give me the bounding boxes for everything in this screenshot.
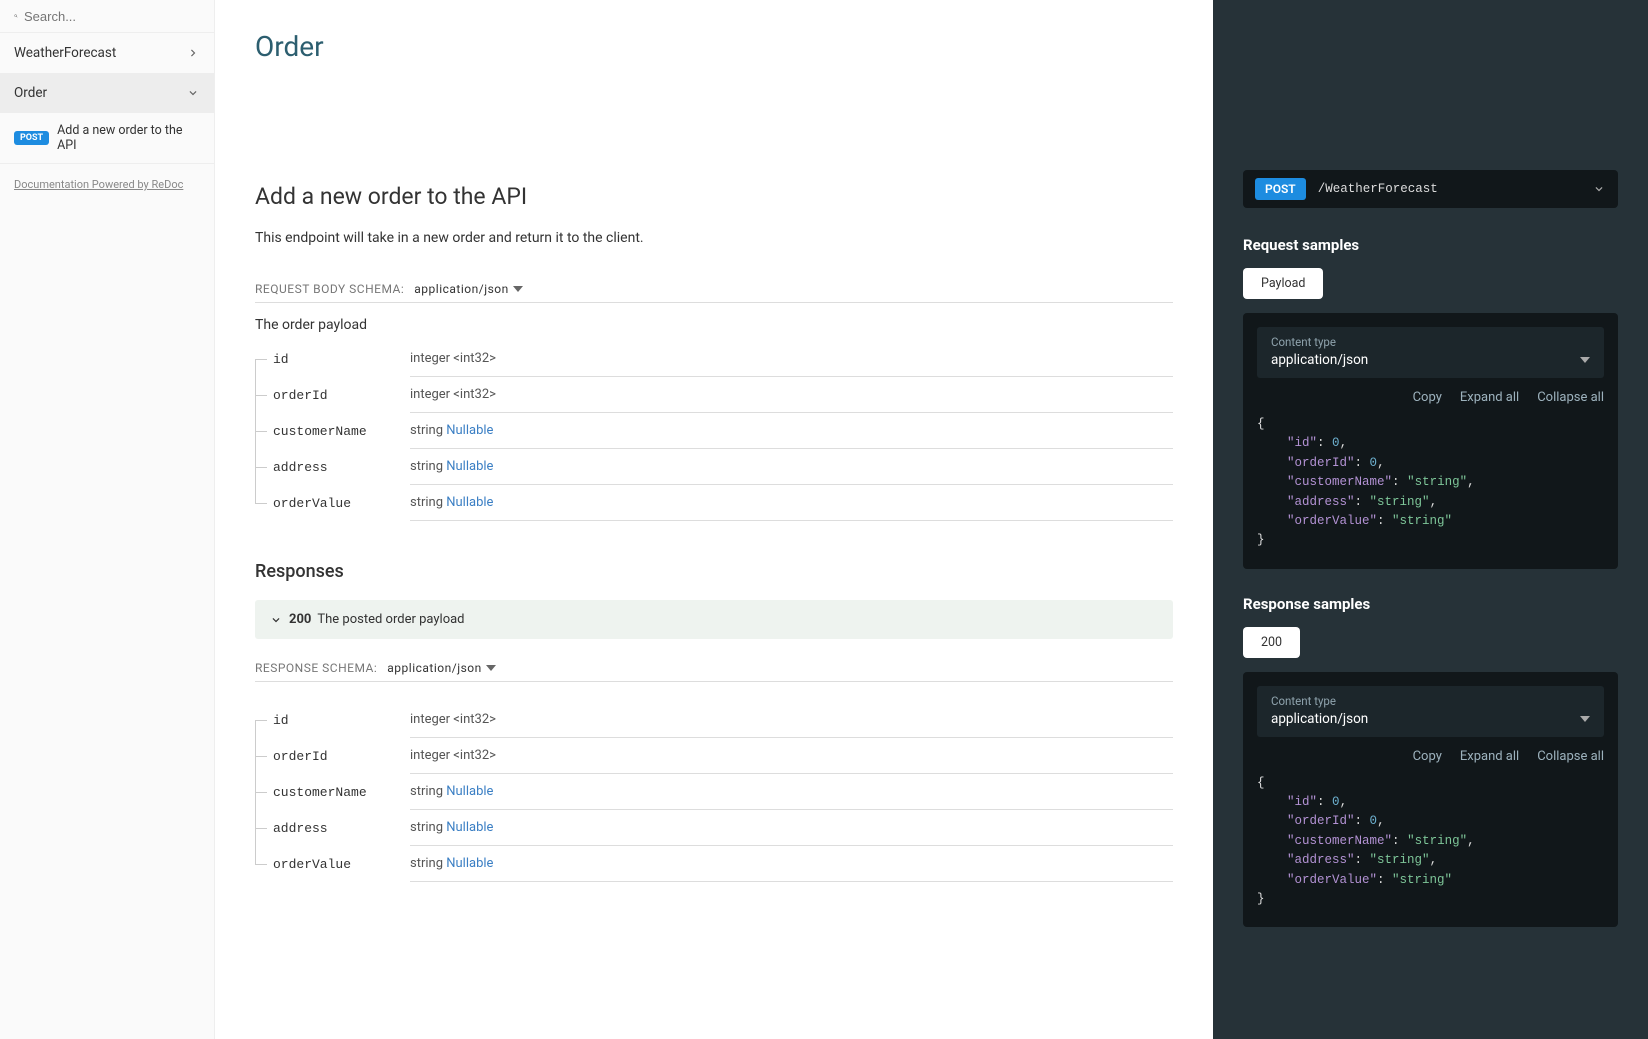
chevron-down-icon: [269, 613, 283, 627]
copy-button[interactable]: Copy: [1413, 390, 1442, 405]
field-type: integer <int32>: [410, 738, 1173, 774]
responses-title: Responses: [255, 561, 1173, 582]
sidebar: WeatherForecast Order POST Add a new ord…: [0, 0, 215, 1039]
request-schema-header: REQUEST BODY SCHEMA: application/json: [255, 282, 1173, 303]
copy-button[interactable]: Copy: [1413, 749, 1442, 764]
field-row: idinteger <int32>: [255, 702, 1173, 738]
field-name[interactable]: customerName: [255, 413, 410, 449]
request-content-type-selector[interactable]: application/json: [414, 282, 522, 296]
chevron-down-icon: [186, 86, 200, 100]
expand-all-button[interactable]: Expand all: [1460, 749, 1519, 764]
nav-subitem-add-order[interactable]: POST Add a new order to the API: [0, 113, 214, 164]
caret-down-icon: [486, 663, 496, 673]
field-row: orderValuestring Nullable: [255, 846, 1173, 882]
endpoint-method: POST: [1255, 178, 1306, 200]
response-sample-box: Content type application/json Copy Expan…: [1243, 672, 1618, 928]
field-type: integer <int32>: [410, 341, 1173, 377]
payload-tab[interactable]: Payload: [1243, 268, 1323, 299]
operation-title: Add a new order to the API: [255, 183, 1173, 210]
response-json: { "id": 0, "orderId": 0, "customerName":…: [1257, 774, 1604, 910]
search-input[interactable]: [24, 9, 200, 24]
chevron-right-icon: [186, 46, 200, 60]
response-fields: idinteger <int32>orderIdinteger <int32>c…: [255, 702, 1173, 882]
content-type-value: application/json: [1271, 711, 1368, 727]
nav-subitem-label: Add a new order to the API: [57, 123, 200, 153]
code-actions: Copy Expand all Collapse all: [1257, 390, 1604, 405]
request-schema-desc: The order payload: [255, 317, 1173, 333]
endpoint-path: /WeatherForecast: [1318, 182, 1592, 196]
expand-all-button[interactable]: Expand all: [1460, 390, 1519, 405]
response-schema-header: RESPONSE SCHEMA: application/json: [255, 661, 1173, 682]
nav-item-label: Order: [14, 85, 47, 101]
endpoint-bar[interactable]: POST /WeatherForecast: [1243, 170, 1618, 208]
caret-down-icon: [1580, 355, 1590, 365]
method-badge: POST: [14, 131, 49, 145]
request-schema-label: REQUEST BODY SCHEMA:: [255, 282, 404, 296]
field-type: string Nullable: [410, 846, 1173, 882]
content-left: Order Add a new order to the API This en…: [215, 0, 1213, 1039]
response-200-tab[interactable]: 200: [1243, 627, 1300, 658]
request-content-type-box[interactable]: Content type application/json: [1257, 327, 1604, 378]
field-name[interactable]: orderValue: [255, 485, 410, 521]
operation-description: This endpoint will take in a new order a…: [255, 230, 1173, 246]
request-samples-title: Request samples: [1243, 236, 1618, 254]
collapse-all-button[interactable]: Collapse all: [1537, 749, 1604, 764]
content-type-label: Content type: [1271, 335, 1590, 349]
search-box[interactable]: [0, 0, 214, 33]
response-code: 200: [289, 612, 311, 627]
content-right: POST /WeatherForecast Request samples Pa…: [1213, 0, 1648, 1039]
caret-down-icon: [1580, 714, 1590, 724]
field-row: customerNamestring Nullable: [255, 774, 1173, 810]
field-name[interactable]: orderId: [255, 738, 410, 774]
nav-item-label: WeatherForecast: [14, 45, 116, 61]
chevron-down-icon: [1592, 182, 1606, 196]
field-row: addressstring Nullable: [255, 810, 1173, 846]
field-row: idinteger <int32>: [255, 341, 1173, 377]
response-200-bar[interactable]: 200 The posted order payload: [255, 600, 1173, 639]
section-title: Order: [255, 30, 1173, 63]
request-fields: idinteger <int32>orderIdinteger <int32>c…: [255, 341, 1173, 521]
response-schema-label: RESPONSE SCHEMA:: [255, 661, 377, 675]
collapse-all-button[interactable]: Collapse all: [1537, 390, 1604, 405]
field-type: integer <int32>: [410, 702, 1173, 738]
response-samples-title: Response samples: [1243, 595, 1618, 613]
field-row: orderValuestring Nullable: [255, 485, 1173, 521]
code-actions: Copy Expand all Collapse all: [1257, 749, 1604, 764]
nav-item-order[interactable]: Order: [0, 73, 214, 113]
redoc-credit-link[interactable]: Documentation Powered by ReDoc: [0, 164, 214, 205]
nav-item-weatherforecast[interactable]: WeatherForecast: [0, 33, 214, 73]
field-row: addressstring Nullable: [255, 449, 1173, 485]
field-type: integer <int32>: [410, 377, 1173, 413]
request-json: { "id": 0, "orderId": 0, "customerName":…: [1257, 415, 1604, 551]
response-desc: The posted order payload: [317, 612, 464, 627]
field-type: string Nullable: [410, 413, 1173, 449]
request-sample-box: Content type application/json Copy Expan…: [1243, 313, 1618, 569]
field-type: string Nullable: [410, 485, 1173, 521]
main: Order Add a new order to the API This en…: [215, 0, 1648, 1039]
response-content-type-selector[interactable]: application/json: [387, 661, 495, 675]
caret-down-icon: [513, 284, 523, 294]
field-type: string Nullable: [410, 774, 1173, 810]
content-type-value: application/json: [1271, 352, 1368, 368]
field-name[interactable]: address: [255, 810, 410, 846]
field-row: orderIdinteger <int32>: [255, 738, 1173, 774]
field-name[interactable]: orderId: [255, 377, 410, 413]
field-name[interactable]: id: [255, 702, 410, 738]
field-name[interactable]: orderValue: [255, 846, 410, 882]
response-content-type-box[interactable]: Content type application/json: [1257, 686, 1604, 737]
field-name[interactable]: id: [255, 341, 410, 377]
search-icon: [14, 8, 18, 24]
field-type: string Nullable: [410, 449, 1173, 485]
field-name[interactable]: customerName: [255, 774, 410, 810]
field-name[interactable]: address: [255, 449, 410, 485]
field-type: string Nullable: [410, 810, 1173, 846]
field-row: orderIdinteger <int32>: [255, 377, 1173, 413]
content-type-label: Content type: [1271, 694, 1590, 708]
field-row: customerNamestring Nullable: [255, 413, 1173, 449]
